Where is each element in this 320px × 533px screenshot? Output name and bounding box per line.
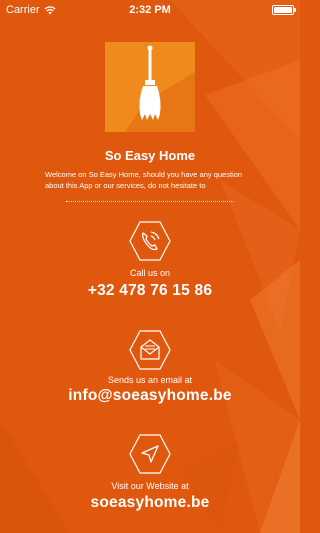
divider bbox=[66, 201, 234, 202]
carrier-label: Carrier bbox=[6, 4, 40, 16]
battery-icon bbox=[272, 5, 296, 15]
email-caption: Sends us an email at bbox=[107, 375, 193, 385]
phone-number-link[interactable]: +32 478 76 15 86 bbox=[0, 282, 300, 300]
app-title: So Easy Home bbox=[104, 148, 196, 163]
phone-icon[interactable] bbox=[128, 219, 172, 263]
website-link[interactable]: soeasyhome.be bbox=[0, 494, 300, 512]
status-bar: Carrier 2:32 PM bbox=[0, 0, 300, 20]
wifi-icon bbox=[44, 5, 56, 14]
email-link[interactable]: info@soeasyhome.be bbox=[0, 387, 300, 405]
welcome-text: Welcome on So Easy Home, should you have… bbox=[45, 170, 243, 190]
navigation-arrow-icon[interactable] bbox=[128, 432, 172, 476]
phone-caption: Call us on bbox=[129, 268, 171, 278]
app-logo bbox=[105, 42, 195, 132]
broom-icon bbox=[125, 45, 195, 132]
website-caption: Visit our Website at bbox=[111, 481, 189, 491]
envelope-icon[interactable] bbox=[128, 328, 172, 372]
